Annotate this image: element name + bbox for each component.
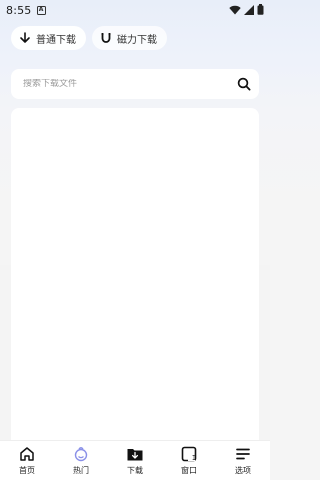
tab-magnet-download[interactable]: 磁力下载	[92, 26, 167, 50]
left-gutter	[0, 265, 11, 440]
arrow-down-icon	[19, 32, 31, 44]
tab-magnet-download-label: 磁力下载	[117, 34, 157, 46]
magnet-icon	[100, 32, 112, 44]
window-icon: 1	[180, 445, 198, 463]
menu-icon	[234, 445, 252, 463]
download-folder-icon	[126, 445, 144, 463]
nav-download[interactable]: 下载	[108, 441, 162, 480]
nav-window[interactable]: 1 窗口	[162, 441, 216, 480]
download-mode-tabs: 普通下载 磁力下载	[11, 26, 167, 50]
accessibility-icon: A	[36, 5, 46, 15]
nav-home-label: 首页	[19, 466, 35, 475]
tab-normal-download-label: 普通下载	[36, 34, 76, 46]
nav-options-label: 选项	[235, 466, 251, 475]
nav-options[interactable]: 选项	[216, 441, 270, 480]
status-time: 8:55	[6, 3, 32, 17]
download-list-panel	[11, 108, 259, 440]
tab-normal-download[interactable]: 普通下载	[11, 26, 86, 50]
nav-hot-label: 热门	[73, 466, 89, 475]
search-bar	[11, 69, 259, 99]
status-bar: 8:55 A	[0, 0, 270, 20]
nav-hot[interactable]: 热门	[54, 441, 108, 480]
battery-icon	[257, 4, 264, 15]
nav-home[interactable]: 首页	[0, 441, 54, 480]
signal-icon	[244, 4, 254, 15]
right-gutter	[259, 265, 270, 440]
nav-window-label: 窗口	[181, 466, 197, 475]
nav-download-label: 下载	[127, 466, 143, 475]
status-icons	[229, 4, 264, 15]
hot-icon	[72, 445, 90, 463]
wifi-icon	[229, 5, 241, 14]
window-count-badge: 1	[191, 454, 197, 462]
home-icon	[18, 445, 36, 463]
search-icon[interactable]	[237, 77, 251, 91]
search-input[interactable]	[23, 79, 237, 89]
bottom-nav: 首页 热门 下载 1 窗口 选项	[0, 440, 270, 480]
